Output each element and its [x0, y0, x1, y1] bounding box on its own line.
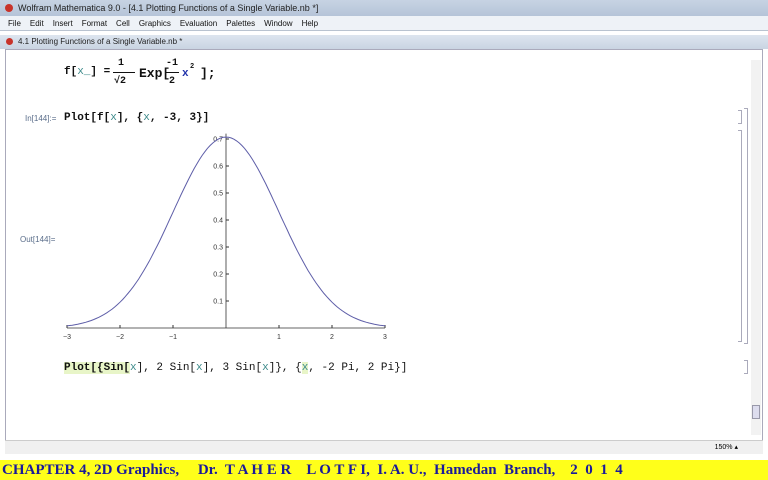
- menu-help[interactable]: Help: [302, 16, 318, 30]
- exp-variable: x: [182, 68, 189, 80]
- menu-palettes[interactable]: Palettes: [226, 16, 255, 30]
- mathematica-icon: [5, 4, 13, 12]
- exp-denominator: 2: [169, 76, 176, 87]
- x-tick-label: −2: [116, 334, 124, 341]
- cell-bracket[interactable]: [738, 130, 742, 342]
- y-tick-label: 0.3: [213, 245, 223, 252]
- menu-file[interactable]: File: [8, 16, 21, 30]
- y-tick-label: 0.1: [213, 299, 223, 306]
- y-tick-label: 0.2: [213, 272, 223, 279]
- exp-numerator: -1: [166, 58, 179, 69]
- zoom-level[interactable]: 150%: [715, 444, 733, 451]
- y-tick-label: 0.4: [213, 218, 223, 225]
- definition-cell[interactable]: f[x_] =: [64, 66, 110, 78]
- input-cell[interactable]: Plot[f[x], {x, -3, 3}]: [64, 112, 209, 124]
- exp-close: ];: [200, 66, 216, 81]
- y-tick-label: 0.5: [213, 191, 223, 198]
- input-label: In[144]:=: [25, 114, 57, 123]
- x-tick-label: 1: [277, 334, 281, 341]
- menu-edit[interactable]: Edit: [30, 16, 44, 30]
- cell-bracket[interactable]: [744, 360, 748, 374]
- vertical-scrollbar[interactable]: [751, 60, 761, 435]
- scrollbar-thumb[interactable]: [752, 405, 760, 419]
- menu-graphics[interactable]: Graphics: [139, 16, 171, 30]
- x-tick-label: −3: [63, 334, 71, 341]
- status-bar: 150% ▴: [5, 440, 763, 454]
- notebook-icon: [6, 38, 13, 45]
- window-title: Wolfram Mathematica 9.0 - [4.1 Plotting …: [18, 3, 319, 13]
- menu-format[interactable]: Format: [82, 16, 107, 30]
- document-tab-label: 4.1 Plotting Functions of a Single Varia…: [18, 37, 183, 46]
- window-title-bar: Wolfram Mathematica 9.0 - [4.1 Plotting …: [0, 0, 768, 16]
- y-tick-label: 0.6: [213, 164, 223, 171]
- x-tick-label: 2: [330, 334, 334, 341]
- menu-window[interactable]: Window: [264, 16, 292, 30]
- fraction-numerator: 1: [118, 58, 125, 69]
- menu-cell[interactable]: Cell: [116, 16, 130, 30]
- next-input-cell[interactable]: Plot[{Sin[x], 2 Sin[x], 3 Sin[x]}, {x, -…: [64, 362, 407, 374]
- document-tab[interactable]: 4.1 Plotting Functions of a Single Varia…: [0, 35, 768, 49]
- fraction-denominator: √2: [114, 76, 127, 87]
- menu-evaluation[interactable]: Evaluation: [180, 16, 217, 30]
- group-bracket[interactable]: [744, 108, 748, 344]
- x-tick-label: −1: [169, 334, 177, 341]
- exponent: 2: [190, 63, 195, 71]
- x-tick-label: 3: [383, 334, 387, 341]
- menu-insert[interactable]: Insert: [53, 16, 73, 30]
- footer-banner: CHAPTER 4, 2D Graphics, Dr. T A H E R L …: [0, 460, 768, 480]
- output-label: Out[144]=: [20, 235, 56, 244]
- plot-output[interactable]: −3 −2 −1 1 2 30.10.20.30.40.50.60.7: [55, 130, 395, 345]
- menu-bar: File Edit Insert Format Cell Graphics Evaluati…: [0, 16, 768, 31]
- cell-bracket[interactable]: [738, 110, 742, 124]
